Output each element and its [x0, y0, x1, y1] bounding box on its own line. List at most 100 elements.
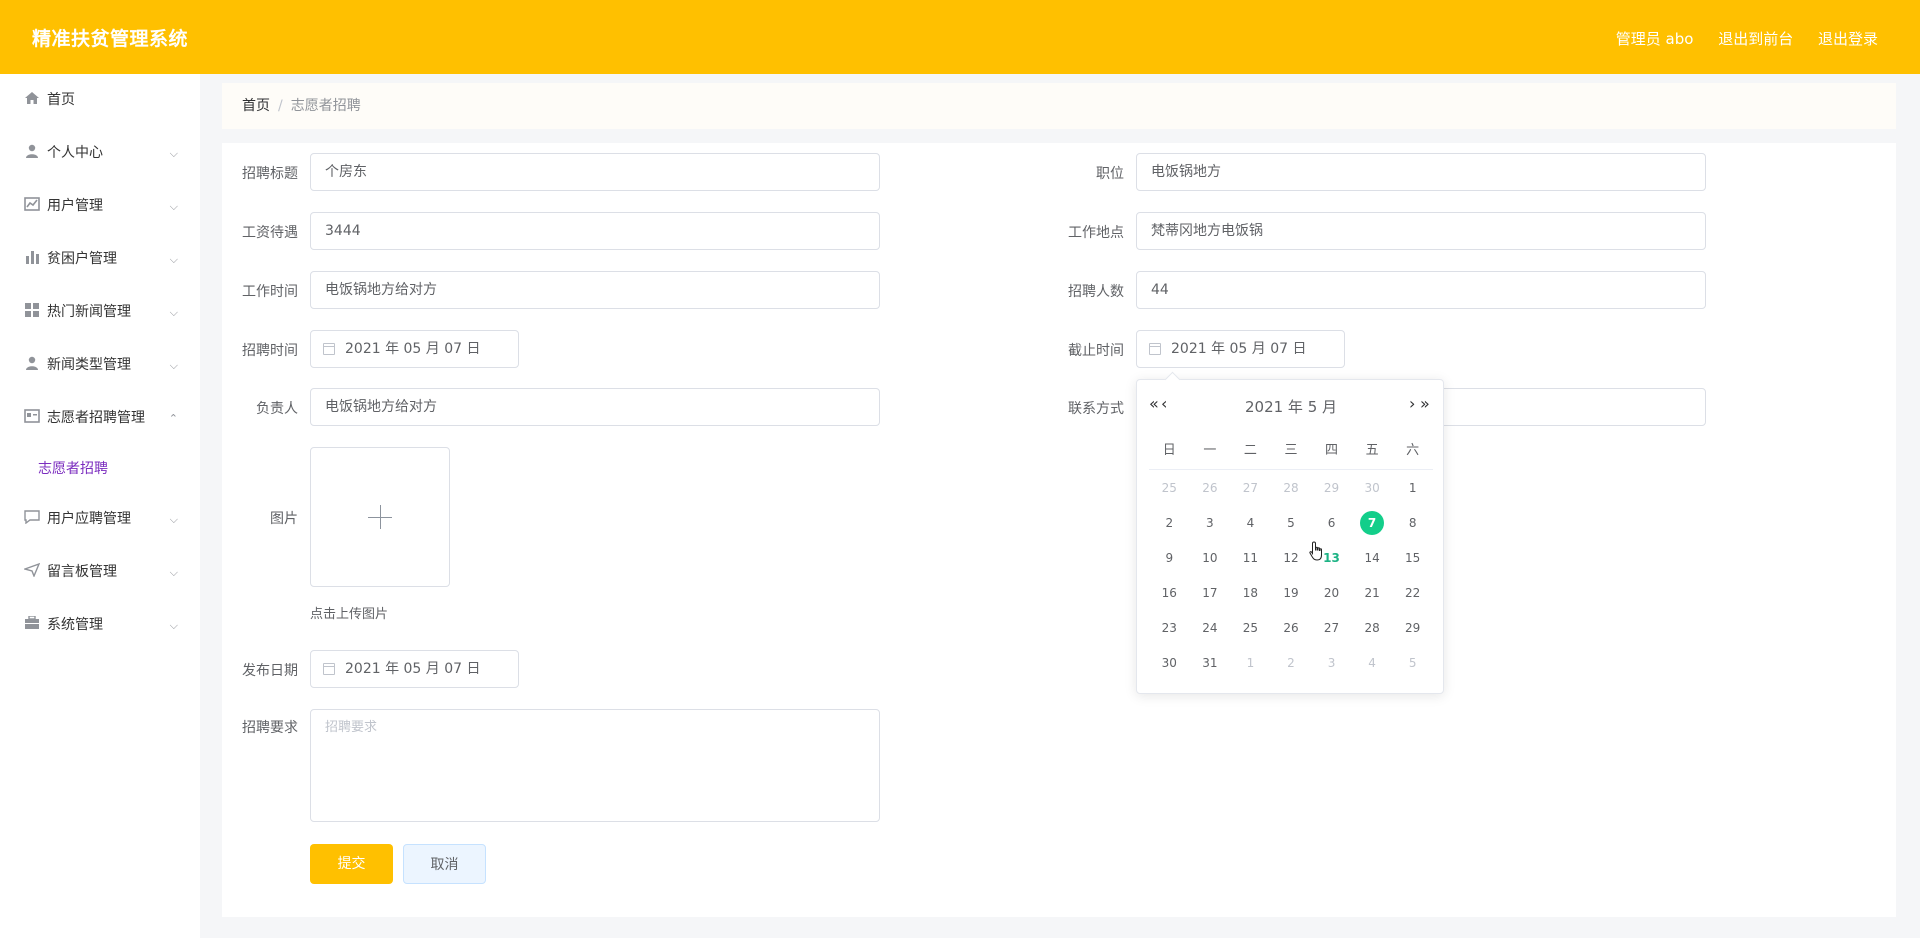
date-cell[interactable]: 30 — [1352, 476, 1393, 511]
date-cell[interactable]: 15 — [1392, 546, 1433, 581]
sidebar-item-system[interactable]: 系统管理 ⌵ — [0, 599, 200, 652]
publish-date-value: 2021 年 05 月 07 日 — [345, 661, 481, 677]
date-cell[interactable]: 30 — [1149, 651, 1190, 686]
date-cell-label: 27 — [1242, 481, 1259, 495]
date-cell[interactable]: 5 — [1271, 511, 1312, 546]
date-cell[interactable]: 31 — [1190, 651, 1231, 686]
date-cell[interactable]: 14 — [1352, 546, 1393, 581]
date-cell[interactable]: 2 — [1271, 651, 1312, 686]
date-cell[interactable]: 3 — [1311, 651, 1352, 686]
date-cell[interactable]: 25 — [1149, 476, 1190, 511]
date-cell[interactable]: 24 — [1190, 616, 1231, 651]
date-cell-label: 19 — [1283, 586, 1299, 600]
date-cell[interactable]: 21 — [1352, 581, 1393, 616]
date-cell[interactable]: 27 — [1230, 476, 1271, 511]
date-cell[interactable]: 26 — [1190, 476, 1231, 511]
date-picker-header: « ‹ 2021 年 5 月 › » — [1137, 392, 1445, 422]
date-cell[interactable]: 10 — [1190, 546, 1231, 581]
next-year-button[interactable]: » — [1420, 394, 1430, 413]
requirement-textarea[interactable]: 招聘要求 — [310, 709, 880, 822]
sidebar-item-volunteer-recruit[interactable]: 志愿者招聘管理 ⌃ — [0, 392, 200, 445]
date-cell[interactable]: 16 — [1149, 581, 1190, 616]
recruit-title-input[interactable]: 个房东 — [310, 153, 880, 191]
image-upload-box[interactable] — [310, 447, 450, 587]
recruit-count-label: 招聘人数 — [1068, 284, 1124, 300]
user-icon — [26, 144, 38, 158]
sidebar-item-label: 首页 — [47, 92, 75, 108]
date-cell[interactable]: 3 — [1190, 511, 1231, 546]
date-cell[interactable]: 20 — [1311, 581, 1352, 616]
date-cell[interactable]: 27 — [1311, 616, 1352, 651]
date-cell-label: 15 — [1405, 551, 1421, 565]
date-cell[interactable]: 11 — [1230, 546, 1271, 581]
date-cell-selected[interactable]: 7 — [1352, 511, 1393, 546]
recruit-time-value: 2021 年 05 月 07 日 — [345, 341, 481, 357]
logout-link[interactable]: 退出登录 — [1818, 30, 1878, 48]
date-cell-label: 4 — [1368, 656, 1376, 670]
date-cell[interactable]: 8 — [1392, 511, 1433, 546]
weekday-header-row: 日一二三四五六 — [1149, 439, 1433, 470]
breadcrumb-home[interactable]: 首页 — [242, 98, 270, 114]
date-cell-label: 31 — [1202, 656, 1218, 670]
sidebar: 首页 个人中心 ⌵ 用户管理 ⌵ 贫困户管理 ⌵ 热门新闻管理 ⌵ 新闻类型管理… — [0, 74, 200, 938]
date-cell-label: 27 — [1323, 621, 1340, 635]
work-time-input[interactable]: 电饭锅地方给对方 — [310, 271, 880, 309]
home-icon — [25, 92, 39, 104]
recruit-count-input[interactable]: 44 — [1136, 271, 1706, 309]
position-input[interactable]: 电饭锅地方 — [1136, 153, 1706, 191]
top-header: 精准扶贫管理系统 管理员 abo 退出到前台 退出登录 — [0, 0, 1920, 74]
date-cell[interactable]: 4 — [1230, 511, 1271, 546]
date-cell[interactable]: 12 — [1271, 546, 1312, 581]
date-cell[interactable]: 2 — [1149, 511, 1190, 546]
date-cell[interactable]: 1 — [1230, 651, 1271, 686]
date-cell-label: 10 — [1202, 551, 1218, 565]
date-cell[interactable]: 17 — [1190, 581, 1231, 616]
date-cell[interactable]: 4 — [1352, 651, 1393, 686]
date-cell[interactable]: 5 — [1392, 651, 1433, 686]
date-cell[interactable]: 28 — [1271, 476, 1312, 511]
date-cell[interactable]: 29 — [1392, 616, 1433, 651]
chevron-down-icon: ⌵ — [169, 513, 178, 526]
date-cell[interactable]: 1 — [1392, 476, 1433, 511]
sidebar-item-home[interactable]: 首页 — [0, 74, 200, 127]
chevron-down-icon: ⌵ — [169, 253, 178, 266]
calendar-icon — [323, 343, 335, 355]
breadcrumb: 首页 / 志愿者招聘 — [222, 83, 1896, 129]
sidebar-item-hot-news[interactable]: 热门新闻管理 ⌵ — [0, 286, 200, 339]
current-year-month[interactable]: 2021 年 5 月 — [1137, 396, 1445, 417]
sidebar-item-news-types[interactable]: 新闻类型管理 ⌵ — [0, 339, 200, 392]
date-cell[interactable]: 29 — [1311, 476, 1352, 511]
date-cell[interactable]: 18 — [1230, 581, 1271, 616]
deadline-date-input[interactable]: 2021 年 05 月 07 日 — [1136, 330, 1345, 368]
sidebar-item-profile[interactable]: 个人中心 ⌵ — [0, 127, 200, 180]
chart-icon — [24, 197, 40, 211]
date-cell[interactable]: 26 — [1271, 616, 1312, 651]
date-cell[interactable]: 28 — [1352, 616, 1393, 651]
date-cell[interactable]: 22 — [1392, 581, 1433, 616]
sidebar-item-applications[interactable]: 用户应聘管理 ⌵ — [0, 493, 200, 546]
work-location-input[interactable]: 梵蒂冈地方电饭锅 — [1136, 212, 1706, 250]
weekday-label: 二 — [1243, 443, 1257, 458]
sidebar-subitem-volunteer-recruit[interactable]: 志愿者招聘 — [0, 445, 200, 493]
date-cell-label: 29 — [1405, 621, 1421, 635]
submit-button[interactable]: 提交 — [310, 844, 393, 884]
salary-input[interactable]: 3444 — [310, 212, 880, 250]
date-cell[interactable]: 19 — [1271, 581, 1312, 616]
sidebar-item-message-board[interactable]: 留言板管理 ⌵ — [0, 546, 200, 599]
date-cell[interactable]: 25 — [1230, 616, 1271, 651]
publish-date-label: 发布日期 — [242, 663, 298, 679]
next-month-button[interactable]: › — [1409, 394, 1415, 413]
date-cell-label: 4 — [1246, 516, 1255, 530]
owner-input[interactable]: 电饭锅地方给对方 — [310, 388, 880, 426]
publish-date-input[interactable]: 2021 年 05 月 07 日 — [310, 650, 519, 688]
cancel-button[interactable]: 取消 — [403, 844, 486, 884]
date-cell-label: 5 — [1287, 516, 1295, 530]
recruit-time-date-input[interactable]: 2021 年 05 月 07 日 — [310, 330, 519, 368]
back-to-front-link[interactable]: 退出到前台 — [1718, 30, 1793, 48]
sidebar-item-poor-households[interactable]: 贫困户管理 ⌵ — [0, 233, 200, 286]
breadcrumb-current: 志愿者招聘 — [290, 98, 361, 114]
sidebar-item-label: 志愿者招聘管理 — [47, 410, 145, 426]
sidebar-item-users[interactable]: 用户管理 ⌵ — [0, 180, 200, 233]
date-cell[interactable]: 23 — [1149, 616, 1190, 651]
date-cell[interactable]: 9 — [1149, 546, 1190, 581]
